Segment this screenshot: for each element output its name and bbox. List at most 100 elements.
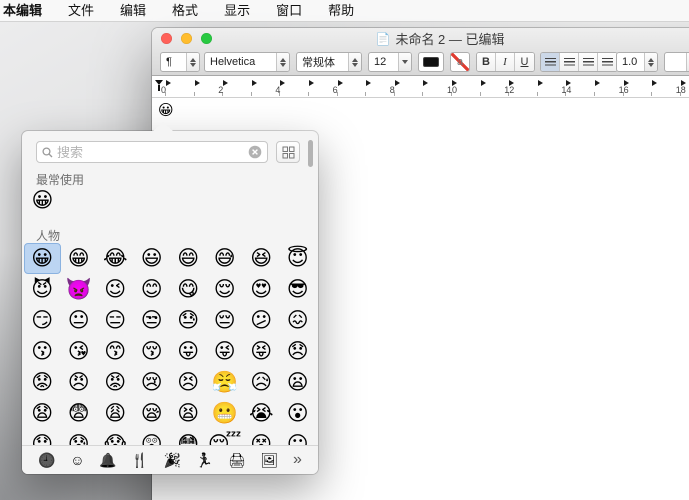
category-nature-tab[interactable]: 🔔	[99, 453, 116, 467]
emoji-item[interactable]: 😎	[280, 274, 317, 305]
menu-item[interactable]: 本编辑	[0, 0, 55, 22]
align-center-button[interactable]	[560, 53, 579, 71]
category-people-tab[interactable]: ☺	[70, 453, 84, 467]
category-food-tab[interactable]: 🍴	[131, 453, 148, 467]
italic-button[interactable]: I	[496, 53, 515, 71]
menu-item[interactable]: 显示	[211, 0, 263, 22]
tab-stop-marker[interactable]	[280, 80, 285, 86]
emoji-item[interactable]: 😪	[134, 398, 171, 429]
scrollbar-thumb[interactable]	[308, 140, 313, 167]
emoji-item-selected[interactable]: 😀	[24, 243, 61, 274]
emoji-item[interactable]: 😒	[134, 305, 171, 336]
emoji-item[interactable]: 😙	[97, 336, 134, 367]
emoji-item[interactable]: 😏	[24, 305, 61, 336]
emoji-item[interactable]: 😁	[61, 243, 98, 274]
emoji-item[interactable]: 😈	[24, 274, 61, 305]
tab-stop-marker[interactable]	[595, 80, 600, 86]
emoji-item[interactable]: 😩	[97, 398, 134, 429]
emoji-item[interactable]: 😨	[61, 398, 98, 429]
font-style-select[interactable]: 常规体	[296, 52, 362, 72]
emoji-item[interactable]: 😊	[134, 274, 171, 305]
emoji-item[interactable]: 😶	[280, 429, 317, 446]
tab-stop-marker[interactable]	[252, 80, 257, 86]
emoji-item[interactable]: 😛	[170, 336, 207, 367]
emoji-item[interactable]: 😬	[207, 398, 244, 429]
emoji-item[interactable]: 😯	[24, 429, 61, 446]
emoji-item[interactable]: 😢	[134, 367, 171, 398]
emoji-item[interactable]: 😑	[97, 305, 134, 336]
emoji-item[interactable]: 😟	[24, 367, 61, 398]
emoji-item[interactable]: 😔	[207, 305, 244, 336]
tab-stop-marker[interactable]	[652, 80, 657, 86]
paragraph-stepper[interactable]	[186, 53, 199, 71]
tab-stop-marker[interactable]	[195, 80, 200, 86]
line-spacing-select[interactable]: 1.0	[616, 52, 658, 72]
font-size-select[interactable]: 12	[368, 52, 412, 72]
background-color-well[interactable]: a	[450, 52, 470, 72]
paragraph-style-select[interactable]: ¶	[160, 52, 200, 72]
emoji-item[interactable]: 👿	[61, 274, 98, 305]
category-activity-tab[interactable]: 🏃	[196, 453, 213, 467]
emoji-item[interactable]: 😴	[207, 429, 244, 446]
emoji-item[interactable]: 😰	[61, 429, 98, 446]
line-spacing-stepper[interactable]	[644, 53, 657, 71]
emoji-item[interactable]: 😲	[134, 429, 171, 446]
menu-item[interactable]: 格式	[159, 0, 211, 22]
emoji-item[interactable]: 😳	[170, 429, 207, 446]
emoji-item[interactable]: 😞	[280, 336, 317, 367]
emoji-item[interactable]: 😇	[280, 243, 317, 274]
tab-stop-marker[interactable]	[423, 80, 428, 86]
tab-stop-marker[interactable]	[366, 80, 371, 86]
emoji-item[interactable]: 😠	[61, 367, 98, 398]
emoji-item[interactable]: 😤	[207, 367, 244, 398]
tab-stop-marker[interactable]	[223, 80, 228, 86]
emoji-item[interactable]: 😮	[280, 398, 317, 429]
bold-button[interactable]: B	[477, 53, 496, 71]
search-field[interactable]	[36, 141, 268, 163]
emoji-item[interactable]: 😋	[170, 274, 207, 305]
emoji-item[interactable]: 😕	[243, 305, 280, 336]
emoji-item[interactable]: 😦	[280, 367, 317, 398]
emoji-item[interactable]: 😚	[134, 336, 171, 367]
emoji-item[interactable]: 😃	[134, 243, 171, 274]
list-style-select[interactable]	[664, 52, 689, 72]
emoji-item[interactable]: 😥	[243, 367, 280, 398]
font-family-select[interactable]: Helvetica	[204, 52, 290, 72]
font-style-stepper[interactable]	[348, 53, 361, 71]
font-family-stepper[interactable]	[276, 53, 289, 71]
category-celebration-tab[interactable]: 🎉	[164, 453, 181, 467]
emoji-item[interactable]: 😧	[24, 398, 61, 429]
emoji-item[interactable]: 😭	[243, 398, 280, 429]
tab-stop-marker[interactable]	[538, 80, 543, 86]
menu-item[interactable]: 窗口	[263, 0, 315, 22]
character-viewer-button[interactable]	[276, 141, 300, 163]
category-places-tab[interactable]: 🖨	[228, 453, 246, 467]
emoji-item[interactable]: 😍	[243, 274, 280, 305]
emoji-item[interactable]: 😂	[97, 243, 134, 274]
tab-stop-marker[interactable]	[338, 80, 343, 86]
emoji-item[interactable]: 😵	[243, 429, 280, 446]
align-justify-button[interactable]	[579, 53, 598, 71]
text-color-well[interactable]	[418, 52, 444, 72]
tab-stop-marker[interactable]	[395, 80, 400, 86]
align-right-button[interactable]	[598, 53, 617, 71]
menu-item[interactable]: 编辑	[107, 0, 159, 22]
align-left-button[interactable]	[541, 53, 560, 71]
category-symbols-tab[interactable]: 🖼	[261, 453, 279, 467]
category-more-button[interactable]: »	[293, 452, 302, 468]
emoji-item[interactable]: 😀	[24, 185, 61, 216]
emoji-item[interactable]: 😆	[243, 243, 280, 274]
emoji-item[interactable]: 😜	[207, 336, 244, 367]
tab-stop-marker[interactable]	[481, 80, 486, 86]
clear-search-button[interactable]	[248, 145, 262, 159]
emoji-item[interactable]: 😫	[170, 398, 207, 429]
tab-stop-marker[interactable]	[166, 80, 171, 86]
emoji-item[interactable]: 😝	[243, 336, 280, 367]
emoji-item[interactable]: 😓	[170, 305, 207, 336]
search-input[interactable]	[57, 145, 244, 160]
emoji-item[interactable]: 😖	[280, 305, 317, 336]
emoji-item[interactable]: 😡	[97, 367, 134, 398]
left-indent-marker[interactable]	[158, 85, 160, 91]
emoji-item[interactable]: 😘	[61, 336, 98, 367]
emoji-item[interactable]: 😱	[97, 429, 134, 446]
